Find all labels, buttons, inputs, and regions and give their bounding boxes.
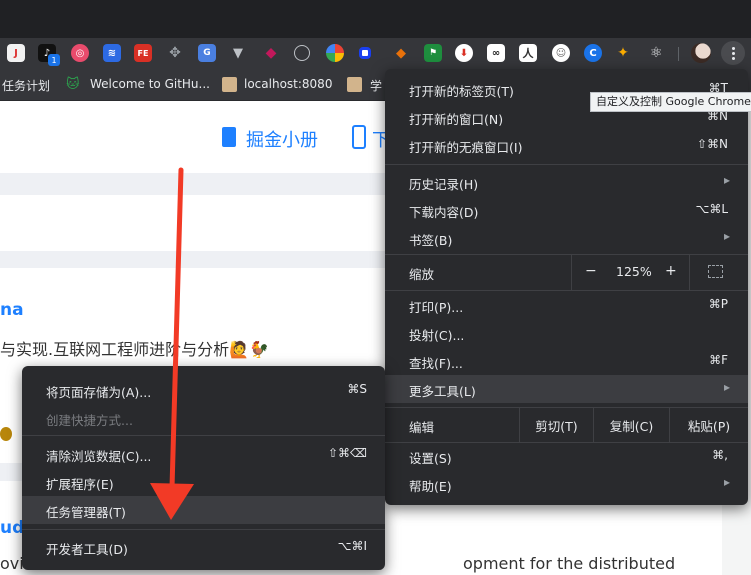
annotation-arrow: [150, 167, 194, 520]
